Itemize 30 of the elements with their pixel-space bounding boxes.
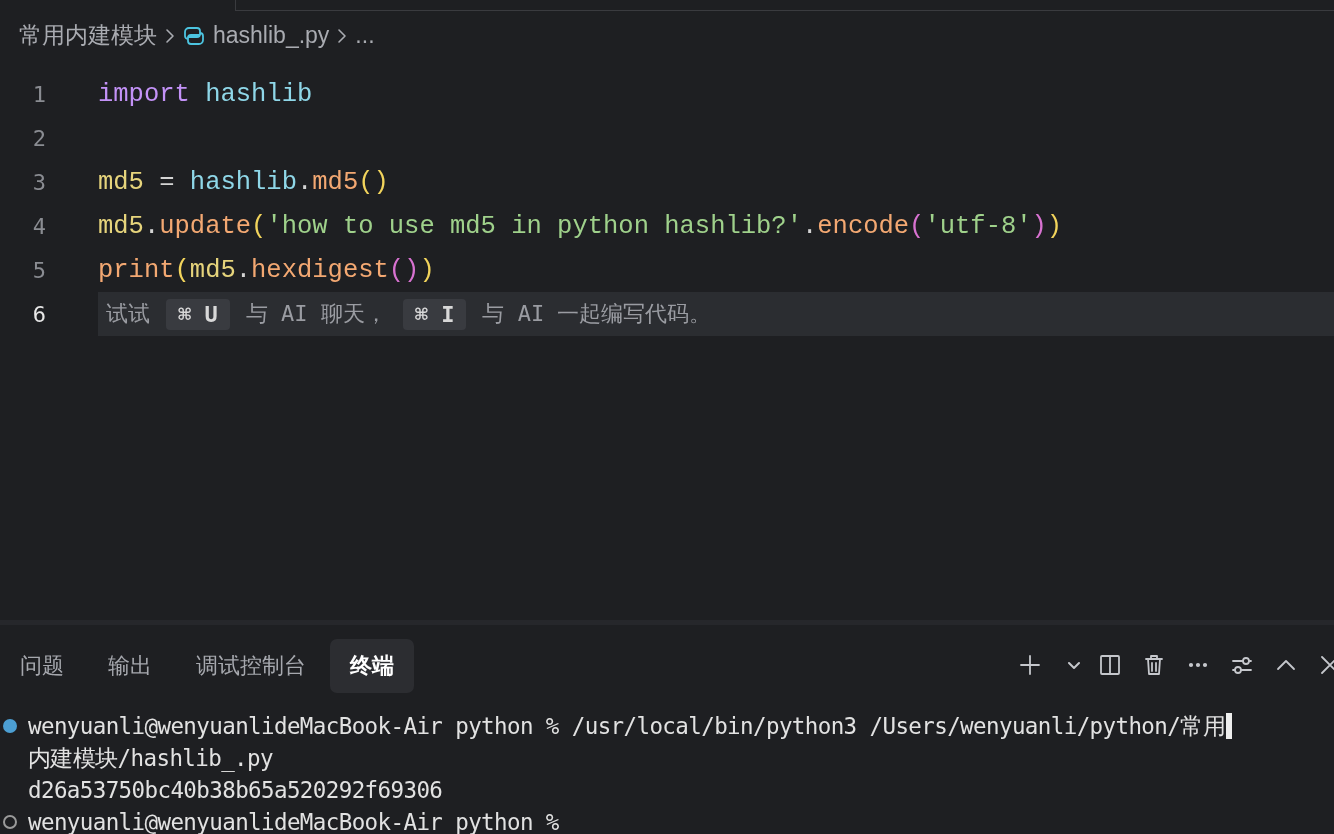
python-file-icon bbox=[183, 24, 205, 47]
terminal-command: wenyuanli@wenyuanlideMacBook-Air python % bbox=[28, 809, 559, 834]
breadcrumb-more[interactable]: ... bbox=[355, 22, 375, 49]
code-line: import hashlib bbox=[98, 78, 313, 111]
panel-tab[interactable]: 问题 bbox=[0, 638, 84, 693]
shortcut-key: ⌘ U bbox=[166, 298, 230, 330]
chevron-right-icon bbox=[165, 27, 175, 44]
terminal-command: wenyuanli@wenyuanlideMacBook-Air python % /usr/local/bin/python3 /Users/wenyuanli/python/常用 bbox=[28, 711, 1225, 741]
line-number: 3 bbox=[31, 169, 46, 195]
code-line: md5 = hashlib.md5() bbox=[98, 166, 389, 199]
code-line: print(md5.hexdigest()) bbox=[98, 254, 435, 287]
line-number: 6 bbox=[31, 301, 46, 327]
terminal-output: d26a53750bc40b38b65a520292f69306 bbox=[28, 777, 443, 803]
panel-tab[interactable]: 输出 bbox=[88, 638, 172, 693]
breadcrumb-file[interactable]: hashlib_.py bbox=[213, 22, 330, 49]
hint-text: 与 AI 聊天， bbox=[245, 300, 387, 328]
panel-tab[interactable]: 调试控制台 bbox=[176, 638, 326, 693]
text-cursor bbox=[1226, 713, 1232, 739]
shortcut-key: ⌘ I bbox=[402, 298, 467, 330]
terminal-output: 内建模块/hashlib_.py bbox=[28, 743, 273, 774]
breadcrumb-folder[interactable]: 常用内建模块 bbox=[19, 20, 157, 51]
line-number: 5 bbox=[31, 257, 46, 283]
code-line: md5.update('how to use md5 in python hashlib?'.encode('utf-8')) bbox=[98, 210, 1063, 243]
panel-tab[interactable]: 终端 bbox=[330, 638, 414, 693]
chevron-right-icon bbox=[337, 27, 348, 44]
hint-text: 试试 bbox=[106, 300, 150, 328]
line-number: 1 bbox=[31, 81, 46, 107]
line-number: 2 bbox=[31, 125, 46, 151]
hint-text: 与 AI 一起编写代码。 bbox=[482, 300, 712, 328]
line-number: 4 bbox=[31, 213, 46, 239]
